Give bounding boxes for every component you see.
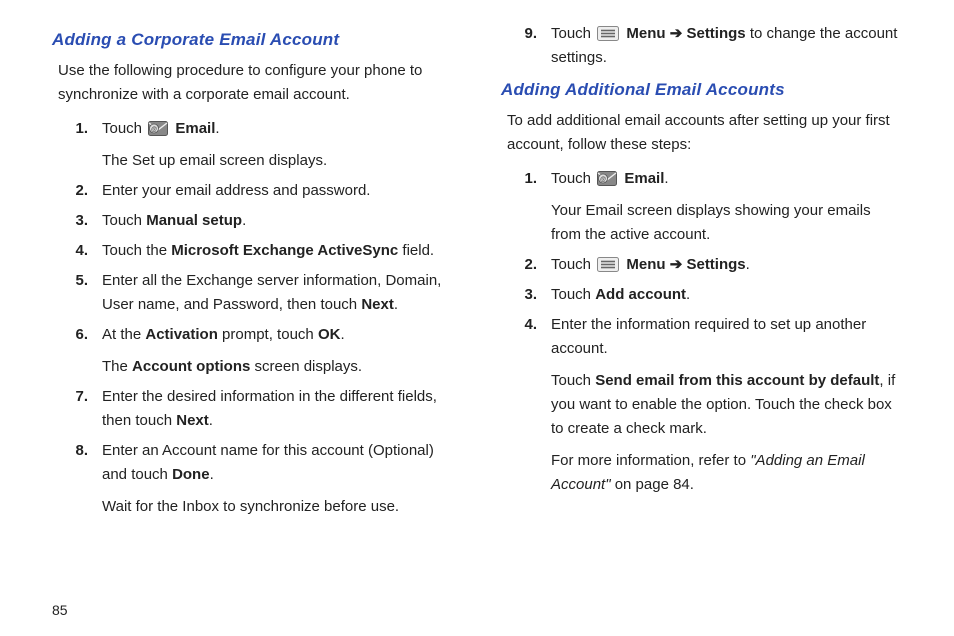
section-title-right: Adding Additional Email Accounts xyxy=(501,76,902,103)
step-text: Touch Send email from this account by de… xyxy=(551,369,902,441)
page-number: 85 xyxy=(52,602,902,618)
right-column: 9.Touch Menu ➔ Settings to change the ac… xyxy=(501,22,902,596)
step-text: Touch Add account. xyxy=(551,283,902,307)
step-text: Wait for the Inbox to synchronize before… xyxy=(102,495,453,519)
step: 9.Touch Menu ➔ Settings to change the ac… xyxy=(507,22,902,70)
svg-text:@: @ xyxy=(151,127,157,133)
email-icon: @ xyxy=(597,170,617,185)
step-number: 4. xyxy=(58,239,102,263)
section-title-left: Adding a Corporate Email Account xyxy=(52,26,453,53)
step: 3.Touch Manual setup. xyxy=(58,209,453,233)
intro-right: To add additional email accounts after s… xyxy=(507,109,902,157)
step-text: Enter all the Exchange server informatio… xyxy=(102,269,453,317)
step-body: Enter the information required to set up… xyxy=(551,313,902,497)
step: 8.Enter an Account name for this account… xyxy=(58,439,453,519)
step-text: The Set up email screen displays. xyxy=(102,149,453,173)
step-text: Touch @ Email. xyxy=(551,167,902,191)
step-number: 3. xyxy=(507,283,551,307)
step-text: Touch Menu ➔ Settings. xyxy=(551,253,902,277)
step-body: Touch Menu ➔ Settings. xyxy=(551,253,902,277)
steps-right: 1.Touch @ Email. Your Email screen displa… xyxy=(507,167,902,497)
arrow-icon: ➔ xyxy=(670,256,683,273)
step-body: Enter your email address and password. xyxy=(102,179,453,203)
step: 1.Touch @ Email. Your Email screen displa… xyxy=(507,167,902,247)
step-number: 1. xyxy=(58,117,102,141)
left-column: Adding a Corporate Email Account Use the… xyxy=(52,22,453,596)
step-number: 1. xyxy=(507,167,551,191)
step-number: 3. xyxy=(58,209,102,233)
step-text: Touch Menu ➔ Settings to change the acco… xyxy=(551,22,902,70)
step-text: For more information, refer to "Adding a… xyxy=(551,449,902,497)
step-body: Touch @ Email. Your Email screen displays… xyxy=(551,167,902,247)
step-number: 9. xyxy=(507,22,551,46)
step: 5.Enter all the Exchange server informat… xyxy=(58,269,453,317)
step-body: Enter an Account name for this account (… xyxy=(102,439,453,519)
step-text: Your Email screen displays showing your … xyxy=(551,199,902,247)
step-text: Enter the desired information in the dif… xyxy=(102,385,453,433)
step-body: Touch Menu ➔ Settings to change the acco… xyxy=(551,22,902,70)
step-number: 4. xyxy=(507,313,551,337)
step-body: Enter all the Exchange server informatio… xyxy=(102,269,453,317)
step-body: Touch Add account. xyxy=(551,283,902,307)
step-number: 8. xyxy=(58,439,102,463)
menu-icon xyxy=(597,256,619,271)
step-text: Enter your email address and password. xyxy=(102,179,453,203)
step-text: Touch the Microsoft Exchange ActiveSync … xyxy=(102,239,453,263)
step: 3.Touch Add account. xyxy=(507,283,902,307)
step: 6.At the Activation prompt, touch OK. The… xyxy=(58,323,453,379)
menu-icon xyxy=(597,25,619,40)
step-number: 2. xyxy=(507,253,551,277)
step: 4.Touch the Microsoft Exchange ActiveSyn… xyxy=(58,239,453,263)
svg-text:@: @ xyxy=(600,177,606,183)
step-body: Touch Manual setup. xyxy=(102,209,453,233)
step-text: Enter the information required to set up… xyxy=(551,313,902,361)
step-text: Enter an Account name for this account (… xyxy=(102,439,453,487)
step-number: 6. xyxy=(58,323,102,347)
step-number: 7. xyxy=(58,385,102,409)
arrow-icon: ➔ xyxy=(670,25,683,42)
step-text: At the Activation prompt, touch OK. xyxy=(102,323,453,347)
step-body: Enter the desired information in the dif… xyxy=(102,385,453,433)
step-text: The Account options screen displays. xyxy=(102,355,453,379)
document-page: Adding a Corporate Email Account Use the… xyxy=(0,0,954,636)
columns: Adding a Corporate Email Account Use the… xyxy=(52,22,902,596)
step-text: Touch @ Email. xyxy=(102,117,453,141)
step: 4.Enter the information required to set … xyxy=(507,313,902,497)
steps-left: 1.Touch @ Email. The Set up email screen … xyxy=(58,117,453,519)
email-icon: @ xyxy=(148,120,168,135)
intro-left: Use the following procedure to configure… xyxy=(58,59,453,107)
step-body: At the Activation prompt, touch OK. The A… xyxy=(102,323,453,379)
step-number: 2. xyxy=(58,179,102,203)
step-text: Touch Manual setup. xyxy=(102,209,453,233)
step-number: 5. xyxy=(58,269,102,293)
step: 2.Touch Menu ➔ Settings. xyxy=(507,253,902,277)
step-body: Touch the Microsoft Exchange ActiveSync … xyxy=(102,239,453,263)
step: 2.Enter your email address and password. xyxy=(58,179,453,203)
step: 1.Touch @ Email. The Set up email screen … xyxy=(58,117,453,173)
step-body: Touch @ Email. The Set up email screen di… xyxy=(102,117,453,173)
steps-right-continued: 9.Touch Menu ➔ Settings to change the ac… xyxy=(507,22,902,70)
step: 7.Enter the desired information in the d… xyxy=(58,385,453,433)
